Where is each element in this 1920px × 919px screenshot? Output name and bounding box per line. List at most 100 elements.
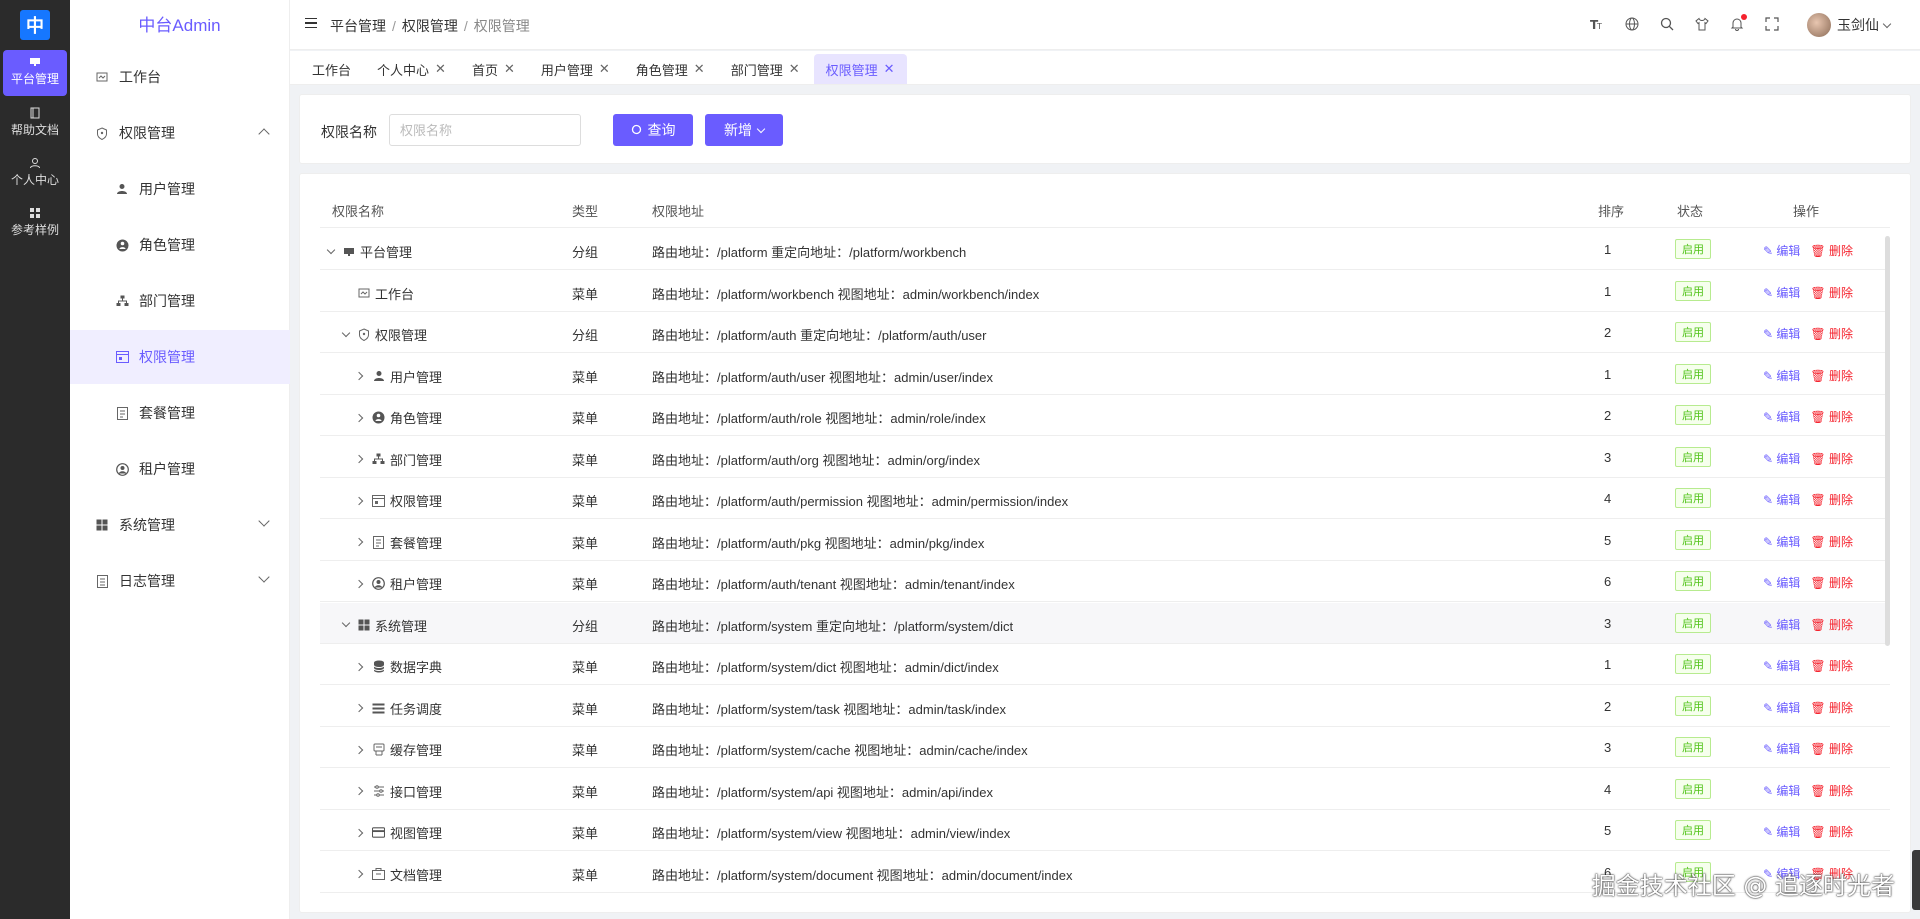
user-menu[interactable]: 玉剑仙 (1807, 13, 1892, 37)
chevron-right-icon[interactable] (356, 579, 366, 589)
rail-item-platform[interactable]: 平台管理 (3, 50, 67, 96)
edit-button[interactable]: ✎ 编辑 (1763, 491, 1800, 508)
edit-button[interactable]: ✎ 编辑 (1763, 740, 1800, 757)
delete-button[interactable]: 🗑 删除 (1810, 408, 1853, 425)
add-button[interactable]: 新增 (705, 114, 783, 146)
edit-button[interactable]: ✎ 编辑 (1763, 657, 1800, 674)
table-row[interactable]: 部门管理 菜单 路由地址：/platform/auth/org 视图地址：admin… (320, 437, 1890, 478)
edit-button[interactable]: ✎ 编辑 (1763, 574, 1800, 591)
sidebar-item-packages[interactable]: 套餐管理 (70, 386, 290, 440)
rail-item-profile[interactable]: 个人中心 (3, 151, 67, 197)
rail-item-docs[interactable]: 帮助文档 (3, 101, 67, 147)
close-icon[interactable]: ✕ (884, 61, 895, 77)
chevron-right-icon[interactable] (356, 662, 366, 672)
table-row[interactable]: 角色管理 菜单 路由地址：/platform/auth/role 视图地址：admi… (320, 395, 1890, 436)
table-row[interactable]: 套餐管理 菜单 路由地址：/platform/auth/pkg 视图地址：admin… (320, 520, 1890, 561)
table-row[interactable]: 接口管理 菜单 路由地址：/platform/system/api 视图地址：adm… (320, 769, 1890, 810)
delete-button[interactable]: 🗑 删除 (1810, 450, 1853, 467)
edit-button[interactable]: ✎ 编辑 (1763, 242, 1800, 259)
tab-orgs[interactable]: 部门管理 ✕ (719, 54, 812, 84)
delete-button[interactable]: 🗑 删除 (1810, 367, 1853, 384)
edit-button[interactable]: ✎ 编辑 (1763, 408, 1800, 425)
table-row[interactable]: 数据字典 菜单 路由地址：/platform/system/dict 视图地址：ad… (320, 644, 1890, 685)
chevron-right-icon[interactable] (356, 828, 366, 838)
close-icon[interactable]: ✕ (789, 61, 800, 77)
sidebar-item-roles[interactable]: 角色管理 (70, 218, 290, 272)
edit-button[interactable]: ✎ 编辑 (1763, 533, 1800, 550)
delete-button[interactable]: 🗑 删除 (1810, 823, 1853, 840)
close-icon[interactable]: ✕ (504, 61, 515, 77)
delete-button[interactable]: 🗑 删除 (1810, 657, 1853, 674)
breadcrumb-item[interactable]: 平台管理 (330, 18, 386, 34)
edit-button[interactable]: ✎ 编辑 (1763, 367, 1800, 384)
table-row[interactable]: 视图管理 菜单 路由地址：/platform/system/view 视图地址：ad… (320, 810, 1890, 851)
sidebar-item-orgs[interactable]: 部门管理 (70, 274, 290, 328)
edit-button[interactable]: ✎ 编辑 (1763, 823, 1800, 840)
chevron-down-icon[interactable] (341, 330, 351, 340)
permission-name-input[interactable] (389, 114, 581, 146)
chevron-right-icon[interactable] (356, 413, 366, 423)
edit-button[interactable]: ✎ 编辑 (1763, 450, 1800, 467)
chevron-right-icon[interactable] (356, 496, 366, 506)
sidebar-item-auth[interactable]: 权限管理 (70, 106, 290, 160)
breadcrumb-item[interactable]: 权限管理 (402, 18, 458, 34)
chevron-right-icon[interactable] (356, 869, 366, 879)
table-row[interactable]: 任务调度 菜单 路由地址：/platform/system/task 视图地址：ad… (320, 686, 1890, 727)
query-button[interactable]: 查询 (613, 114, 693, 146)
delete-button[interactable]: 🗑 删除 (1810, 740, 1853, 757)
app-logo[interactable]: 中 (20, 10, 50, 40)
edit-button[interactable]: ✎ 编辑 (1763, 782, 1800, 799)
edit-button[interactable]: ✎ 编辑 (1763, 284, 1800, 301)
close-icon[interactable]: ✕ (694, 61, 705, 77)
tab-users[interactable]: 用户管理 ✕ (529, 54, 622, 84)
delete-button[interactable]: 🗑 删除 (1810, 284, 1853, 301)
sidebar-item-system[interactable]: 系统管理 (70, 498, 290, 552)
chevron-right-icon[interactable] (356, 537, 366, 547)
tab-roles[interactable]: 角色管理 ✕ (624, 54, 717, 84)
table-row[interactable]: 工作台 菜单 路由地址：/platform/workbench 视图地址：admin… (320, 271, 1890, 312)
delete-button[interactable]: 🗑 删除 (1810, 574, 1853, 591)
fullscreen-icon[interactable] (1764, 16, 1780, 32)
sidebar-item-workbench[interactable]: 工作台 (70, 50, 290, 104)
theme-shirt-icon[interactable] (1694, 16, 1710, 32)
notification-bell-icon[interactable] (1729, 14, 1747, 32)
rail-item-examples[interactable]: 参考样例 (3, 201, 67, 247)
table-row[interactable]: 系统管理 分组 路由地址：/platform/system 重定向地址：/platf… (320, 602, 1890, 644)
close-icon[interactable]: ✕ (435, 61, 446, 77)
table-row[interactable]: 权限管理 菜单 路由地址：/platform/auth/permission 视图地… (320, 478, 1890, 519)
chevron-right-icon[interactable] (356, 703, 366, 713)
delete-button[interactable]: 🗑 删除 (1810, 782, 1853, 799)
tab-profile[interactable]: 个人中心 ✕ (365, 54, 458, 84)
chevron-down-icon[interactable] (326, 247, 336, 257)
edit-button[interactable]: ✎ 编辑 (1763, 699, 1800, 716)
delete-button[interactable]: 🗑 删除 (1810, 491, 1853, 508)
chevron-right-icon[interactable] (356, 786, 366, 796)
search-icon[interactable] (1659, 16, 1675, 32)
delete-button[interactable]: 🗑 删除 (1810, 533, 1853, 550)
sidebar-item-permissions[interactable]: 权限管理 (70, 330, 290, 384)
table-row[interactable]: 用户管理 菜单 路由地址：/platform/auth/user 视图地址：admi… (320, 354, 1890, 395)
table-row[interactable]: 平台管理 分组 路由地址：/platform 重定向地址：/platform/wor… (320, 229, 1890, 270)
chevron-right-icon[interactable] (356, 745, 366, 755)
table-scrollbar[interactable] (1885, 236, 1890, 646)
sidebar-item-users[interactable]: 用户管理 (70, 162, 290, 216)
tab-permissions[interactable]: 权限管理 ✕ (813, 54, 907, 84)
chevron-right-icon[interactable] (356, 371, 366, 381)
delete-button[interactable]: 🗑 删除 (1810, 242, 1853, 259)
table-row[interactable]: 租户管理 菜单 路由地址：/platform/auth/tenant 视图地址：ad… (320, 561, 1890, 602)
table-row[interactable]: 缓存管理 菜单 路由地址：/platform/system/cache 视图地址：a… (320, 727, 1890, 768)
table-row[interactable]: 权限管理 分组 路由地址：/platform/auth 重定向地址：/platfor… (320, 312, 1890, 353)
edit-button[interactable]: ✎ 编辑 (1763, 325, 1800, 342)
delete-button[interactable]: 🗑 删除 (1810, 699, 1853, 716)
edit-button[interactable]: ✎ 编辑 (1763, 616, 1800, 633)
tab-workbench[interactable]: 工作台 (300, 54, 363, 84)
language-icon[interactable] (1624, 16, 1640, 32)
menu-toggle-icon[interactable] (305, 18, 317, 28)
delete-button[interactable]: 🗑 删除 (1810, 616, 1853, 633)
floating-widget[interactable] (1912, 850, 1920, 910)
delete-button[interactable]: 🗑 删除 (1810, 325, 1853, 342)
chevron-right-icon[interactable] (356, 454, 366, 464)
sidebar-item-tenants[interactable]: 租户管理 (70, 442, 290, 496)
font-size-icon[interactable]: TT (1589, 16, 1605, 32)
chevron-down-icon[interactable] (341, 620, 351, 630)
